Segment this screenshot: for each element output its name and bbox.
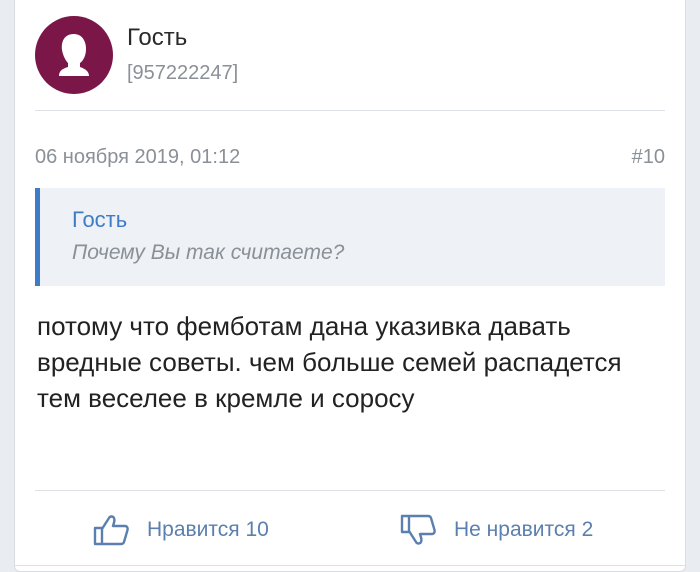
like-label: Нравится 10 bbox=[147, 518, 269, 541]
like-button[interactable]: Нравится 10 bbox=[93, 514, 269, 546]
header-divider bbox=[35, 110, 665, 111]
dislike-button[interactable]: Не нравится 2 bbox=[400, 514, 593, 546]
post-date: 06 ноября 2019, 01:12 bbox=[35, 146, 241, 168]
quote-block: Гость Почему Вы так считаете? bbox=[35, 188, 665, 286]
author-name[interactable]: Гость bbox=[127, 24, 187, 52]
avatar[interactable] bbox=[35, 16, 113, 94]
quote-text: Почему Вы так считаете? bbox=[72, 241, 345, 264]
post-number[interactable]: #10 bbox=[632, 146, 665, 169]
quote-author: Гость bbox=[72, 207, 128, 232]
thumbs-down-icon bbox=[400, 514, 436, 545]
post-text: потому что фемботам дана указивка давать… bbox=[37, 311, 622, 413]
thumbs-up-icon bbox=[93, 515, 129, 546]
reaction-bar: Нравится 10 Не нравится 2 bbox=[15, 500, 685, 556]
post-card: Гость [957222247] 06 ноября 2019, 01:12 … bbox=[14, 0, 686, 572]
bottom-divider bbox=[15, 565, 685, 566]
actions-divider bbox=[35, 490, 665, 491]
dislike-label: Не нравится 2 bbox=[454, 518, 594, 541]
user-silhouette-icon bbox=[59, 34, 89, 76]
author-id: [957222247] bbox=[127, 62, 239, 84]
